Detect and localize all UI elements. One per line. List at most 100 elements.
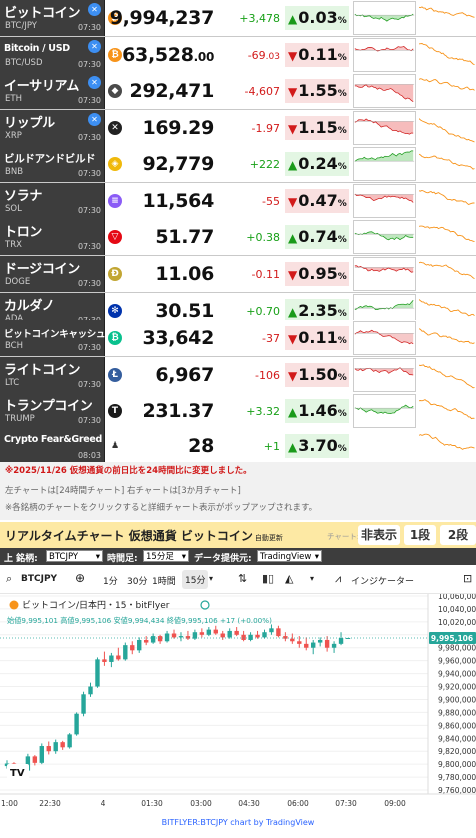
tv-symbol[interactable]: BTCJPY: [21, 574, 57, 584]
3m-mini-chart[interactable]: [419, 257, 476, 291]
3m-mini-chart[interactable]: [419, 147, 476, 181]
timeframe-15m[interactable]: 15分: [182, 570, 209, 589]
search-icon[interactable]: ⌕: [6, 572, 12, 586]
price: 9,994,237: [109, 7, 215, 29]
ticker-row[interactable]: ビルドアンドビルド BNB 07:30 ◈ 92,779 +222 ▲0.24%: [0, 146, 476, 183]
ticker-row[interactable]: Crypto Fear&Greed Index 08:03 ♟ 28 +1 ▲3.70%: [0, 428, 476, 465]
24h-mini-chart[interactable]: [353, 38, 416, 72]
3m-mini-chart[interactable]: [419, 1, 476, 35]
24h-mini-chart[interactable]: [353, 220, 416, 254]
legend-title: ビットコイン/日本円・15・bitFlyer: [22, 599, 170, 611]
3m-mini-chart[interactable]: [419, 429, 476, 463]
arrow-up-icon: ▲: [288, 440, 298, 454]
coin-name-cell[interactable]: トランプコイン TRUMP 07:30: [0, 393, 105, 429]
candle-body: [171, 633, 177, 638]
tradingview-credit[interactable]: BITFLYER:BTCJPY chart by TradingView: [0, 818, 476, 827]
indicators-icon[interactable]: ⩘: [335, 572, 341, 586]
coin-name-cell[interactable]: ドージコイン DOGE 07:30: [0, 256, 105, 292]
24h-mini-chart[interactable]: [353, 394, 416, 428]
hide-chart-button[interactable]: 非表示: [358, 525, 400, 545]
ticker-row[interactable]: ライトコイン LTC 07:30 Ł 6,967 -106 ▼1.50%: [0, 357, 476, 394]
24h-mini-chart[interactable]: [353, 184, 416, 218]
coin-name-cell[interactable]: ソラナ SOL 07:30: [0, 183, 105, 219]
coin-name-cell[interactable]: トロン TRX 07:30: [0, 219, 105, 255]
coin-name-cell[interactable]: Bitcoin / USD ✕ BTC/USD 07:30: [0, 37, 105, 73]
price-chart[interactable]: 10,060,00010,040,00010,020,00010,000,000…: [0, 594, 476, 812]
candle-body: [88, 686, 93, 695]
ticker-row[interactable]: ソラナ SOL 07:30 ≡ 11,564 -55 ▼0.47%: [0, 183, 476, 220]
litecoin-icon: Ł: [108, 368, 122, 382]
ticker-row[interactable]: トロン TRX 07:30 ▽ 51.77 +0.38 ▲0.74%: [0, 219, 476, 256]
bar-style-icon[interactable]: ⇅: [238, 572, 247, 585]
candle-body: [102, 659, 107, 662]
ticker-row[interactable]: リップル ✕ XRP 07:30 ✕ 169.29 -1.97 ▼1.15%: [0, 110, 476, 147]
arrow-down-icon: ▼: [288, 49, 298, 63]
candle-body: [338, 638, 344, 644]
coin-name: ライトコイン: [4, 363, 81, 378]
add-compare-icon[interactable]: ⊕: [75, 571, 85, 585]
timeframe-1m[interactable]: 1分: [103, 574, 118, 587]
coin-name-cell[interactable]: イーサリアム ✕ ETH 07:30: [0, 73, 105, 109]
percent-change: ▲1.46%: [285, 399, 349, 423]
24h-mini-chart[interactable]: [353, 358, 416, 392]
symbol-select[interactable]: BTCJPY ▾: [46, 550, 103, 562]
3m-mini-chart[interactable]: [419, 220, 476, 254]
ticker-row[interactable]: Bitcoin / USD ✕ BTC/USD 07:30 ₿ 63,528.00 -69.…: [0, 37, 476, 74]
timeframe-30m[interactable]: 30分: [127, 574, 147, 587]
candle-body: [241, 634, 246, 640]
x-tick-label: 06:00: [287, 799, 309, 808]
percent-change: ▼1.15%: [285, 116, 349, 140]
candle-body: [331, 643, 337, 648]
3m-mini-chart[interactable]: [419, 358, 476, 392]
candle-body: [234, 630, 239, 635]
timeframe-1h[interactable]: 1時間: [152, 574, 176, 587]
popup-note: ※各銘柄のチャートをクリックすると詳細チャート表示がポップアップされます。: [5, 503, 318, 513]
period-select[interactable]: 15分足 ▾: [143, 550, 189, 562]
chevron-down-icon[interactable]: ▾: [209, 574, 213, 583]
candle-body: [311, 642, 316, 648]
24h-mini-chart[interactable]: [353, 321, 416, 355]
3m-mini-chart[interactable]: [419, 111, 476, 145]
coin-name-cell[interactable]: Crypto Fear&Greed Index 08:03: [0, 428, 134, 464]
indicators-button[interactable]: インジケーター: [351, 574, 414, 587]
two-row-button[interactable]: 2段: [440, 525, 476, 545]
coin-name-cell[interactable]: ビットコイン ✕ BTC/JPY 07:30: [0, 0, 105, 36]
ticker-row[interactable]: ビットコイン ✕ BTC/JPY 07:30 ₿ 9,994,237 +3,478 ▲0.03…: [0, 0, 476, 37]
24h-mini-chart[interactable]: [353, 257, 416, 291]
update-time: 07:30: [77, 206, 101, 215]
update-time: 07:30: [77, 242, 101, 251]
chevron-down-icon[interactable]: ▾: [310, 574, 314, 583]
ticker-row[interactable]: トランプコイン TRUMP 07:30 T 231.37 +3.32 ▲1.46%: [0, 393, 476, 430]
camera-icon[interactable]: ⊡: [463, 572, 472, 585]
3m-line: [419, 364, 475, 389]
3m-mini-chart[interactable]: [419, 74, 476, 108]
coin-name-cell[interactable]: ライトコイン LTC 07:30: [0, 357, 105, 393]
candle-body: [164, 633, 170, 642]
3m-line: [419, 328, 475, 344]
provider-label: データ提供元:: [194, 554, 252, 564]
3m-mini-chart[interactable]: [419, 184, 476, 218]
coin-name-cell[interactable]: ビルドアンドビルド BNB 07:30: [0, 146, 105, 182]
24h-mini-chart[interactable]: [353, 74, 416, 108]
coin-name-cell[interactable]: リップル ✕ XRP 07:30: [0, 110, 105, 146]
ticker-row[interactable]: ビットコインキャッシュ BCH 07:30 ₿ 33,642 -37 ▼0.11%: [0, 320, 476, 357]
area-chart-icon[interactable]: ◭: [285, 572, 293, 585]
x-share-icon[interactable]: ✕: [88, 76, 101, 89]
x-share-icon[interactable]: ✕: [88, 40, 101, 53]
24h-mini-chart[interactable]: [353, 1, 416, 35]
3m-mini-chart[interactable]: [419, 38, 476, 72]
provider-select[interactable]: TradingView ▾: [257, 550, 322, 562]
candle-icon[interactable]: ▮▯: [262, 572, 274, 585]
3m-mini-chart[interactable]: [419, 394, 476, 428]
x-share-icon[interactable]: ✕: [88, 113, 101, 126]
3m-mini-chart[interactable]: [419, 321, 476, 355]
24h-mini-chart[interactable]: [353, 111, 416, 145]
24h-mini-chart[interactable]: [353, 147, 416, 181]
one-row-button[interactable]: 1段: [404, 525, 436, 545]
ticker-row[interactable]: イーサリアム ✕ ETH 07:30 ◆ 292,471 -4,607 ▼1.55%: [0, 73, 476, 110]
coin-symbol: BCH: [5, 341, 24, 351]
ticker-row[interactable]: ドージコイン DOGE 07:30 Ð 11.06 -0.11 ▼0.95%: [0, 256, 476, 293]
update-time: 07:30: [77, 416, 101, 425]
coin-name-cell[interactable]: ビットコインキャッシュ BCH 07:30: [0, 320, 106, 356]
x-share-icon[interactable]: ✕: [88, 3, 101, 16]
